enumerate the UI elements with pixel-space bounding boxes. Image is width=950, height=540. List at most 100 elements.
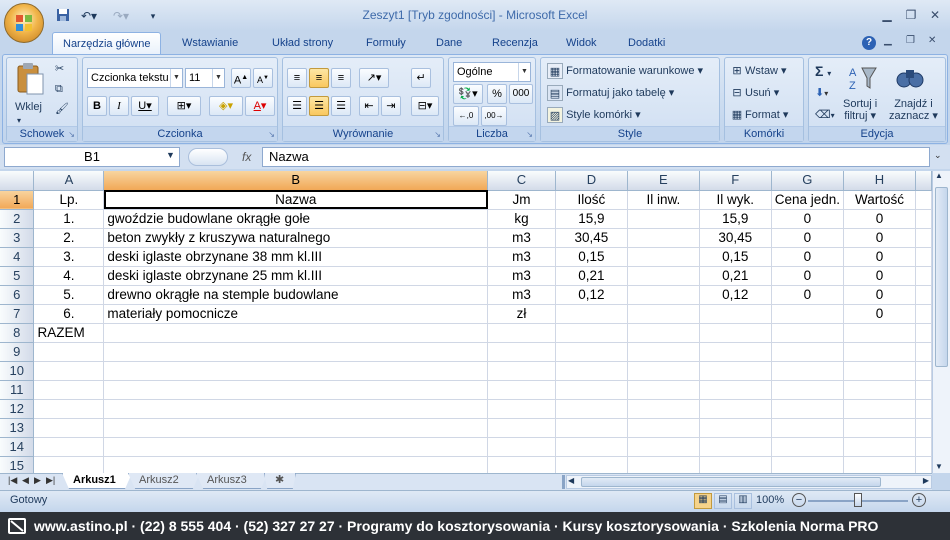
- thousands-button[interactable]: 000: [509, 84, 533, 104]
- autosum-button[interactable]: Σ ▾: [815, 62, 831, 83]
- cell-h12[interactable]: [843, 399, 916, 419]
- cell-e6[interactable]: [627, 285, 700, 305]
- cell-overflow[interactable]: [915, 399, 932, 419]
- cell-c3[interactable]: m3: [487, 228, 556, 248]
- align-middle-icon[interactable]: ≡: [309, 68, 329, 88]
- number-format-combo[interactable]: Ogólne ▼: [453, 62, 531, 82]
- cell-b11[interactable]: [103, 380, 489, 400]
- cell-h8[interactable]: [843, 323, 916, 343]
- cell-b15[interactable]: [103, 456, 489, 473]
- cell-g11[interactable]: [771, 380, 845, 400]
- paste-icon[interactable]: [15, 62, 45, 98]
- conditional-format-button[interactable]: ▦ Formatowanie warunkowe ▾: [547, 62, 703, 80]
- increase-decimal-icon[interactable]: ←,0: [453, 106, 479, 126]
- find-select-button[interactable]: Znajdź i zaznacz ▾: [889, 98, 938, 122]
- row-header[interactable]: 12: [0, 399, 35, 419]
- vertical-scrollbar[interactable]: ▲ ▼: [932, 171, 950, 473]
- column-header-b[interactable]: B: [103, 171, 489, 191]
- help-icon[interactable]: ?: [862, 36, 876, 50]
- first-sheet-icon[interactable]: |◀: [8, 475, 17, 486]
- zoom-slider-thumb[interactable]: [854, 493, 862, 507]
- cell-h10[interactable]: [843, 361, 916, 381]
- copy-icon[interactable]: ⧉: [55, 80, 63, 98]
- cell-c6[interactable]: m3: [487, 285, 556, 305]
- cell-e5[interactable]: [627, 266, 700, 286]
- next-sheet-icon[interactable]: ▶: [34, 475, 41, 486]
- zoom-in-icon[interactable]: +: [912, 493, 926, 507]
- cell-b6[interactable]: drewno okrągłe na stemple budowlane: [103, 285, 489, 305]
- ribbon-minimize-icon[interactable]: ▁: [884, 35, 892, 46]
- cut-icon[interactable]: ✂: [55, 60, 64, 78]
- tab-insert[interactable]: Wstawianie: [172, 32, 248, 55]
- cell-e1[interactable]: Il inw.: [627, 190, 700, 210]
- cell-f9[interactable]: [699, 342, 772, 362]
- cell-a1[interactable]: Lp.: [33, 190, 105, 210]
- cell-a15[interactable]: [33, 456, 105, 473]
- grow-font-icon[interactable]: A▲: [231, 68, 251, 88]
- cell-d9[interactable]: [555, 342, 628, 362]
- cell-overflow[interactable]: [915, 380, 932, 400]
- chevron-down-icon[interactable]: ▼: [212, 69, 224, 87]
- cell-d1[interactable]: Ilość: [555, 190, 628, 210]
- cell-d12[interactable]: [555, 399, 628, 419]
- cell-g4[interactable]: 0: [771, 247, 845, 267]
- column-header-next[interactable]: [915, 171, 932, 191]
- shrink-font-icon[interactable]: A▼: [253, 68, 273, 88]
- cell-e2[interactable]: [627, 209, 700, 229]
- restore-icon[interactable]: ❐: [900, 6, 922, 24]
- cell-styles-button[interactable]: ▨ Style komórki ▾: [547, 106, 641, 124]
- cell-f7[interactable]: [699, 304, 772, 324]
- cell-f10[interactable]: [699, 361, 772, 381]
- sheet-tab-arkusz1[interactable]: Arkusz1: [62, 473, 132, 489]
- office-button[interactable]: [4, 3, 44, 43]
- alignment-launcher-icon[interactable]: ↘: [434, 130, 441, 139]
- scroll-right-icon[interactable]: ▶: [923, 476, 929, 485]
- insert-cells-button[interactable]: ⊞ Wstaw ▾: [729, 62, 786, 80]
- cell-c8[interactable]: [487, 323, 556, 343]
- cell-overflow[interactable]: [915, 456, 932, 473]
- format-as-table-button[interactable]: ▤ Formatuj jako tabelę ▾: [547, 84, 674, 102]
- cell-g5[interactable]: 0: [771, 266, 845, 286]
- tab-formulas[interactable]: Formuły: [356, 32, 416, 55]
- cell-a2[interactable]: 1.: [33, 209, 105, 229]
- cell-a8[interactable]: RAZEM: [33, 323, 105, 343]
- cell-overflow[interactable]: [915, 190, 932, 210]
- cell-b9[interactable]: [103, 342, 489, 362]
- cell-g2[interactable]: 0: [771, 209, 845, 229]
- cell-overflow[interactable]: [915, 418, 932, 438]
- row-header[interactable]: 4: [0, 247, 35, 267]
- cell-c1[interactable]: Jm: [487, 190, 556, 210]
- normal-view-icon[interactable]: ▦: [694, 493, 712, 509]
- cell-g14[interactable]: [771, 437, 845, 457]
- cell-e8[interactable]: [627, 323, 700, 343]
- format-cells-button[interactable]: ▦ Format ▾: [729, 106, 789, 124]
- cell-a5[interactable]: 4.: [33, 266, 105, 286]
- align-right-icon[interactable]: ☰: [331, 96, 351, 116]
- cell-f4[interactable]: 0,15: [699, 247, 772, 267]
- cell-overflow[interactable]: [915, 209, 932, 229]
- cell-g10[interactable]: [771, 361, 845, 381]
- page-break-view-icon[interactable]: ▥: [734, 493, 752, 509]
- cell-c11[interactable]: [487, 380, 556, 400]
- chevron-down-icon[interactable]: ▼: [518, 63, 530, 81]
- zoom-level[interactable]: 100%: [756, 494, 784, 506]
- cell-overflow[interactable]: [915, 266, 932, 286]
- cell-h9[interactable]: [843, 342, 916, 362]
- format-painter-icon[interactable]: 🖌: [55, 100, 69, 118]
- cell-f2[interactable]: 15,9: [699, 209, 772, 229]
- cell-a10[interactable]: [33, 361, 105, 381]
- cell-overflow[interactable]: [915, 342, 932, 362]
- expand-formula-bar-icon[interactable]: ⌄: [934, 150, 942, 161]
- cell-overflow[interactable]: [915, 285, 932, 305]
- cell-e15[interactable]: [627, 456, 700, 473]
- cell-c12[interactable]: [487, 399, 556, 419]
- orientation-icon[interactable]: ↗▾: [359, 68, 389, 88]
- clear-icon[interactable]: ⌫▾: [815, 106, 835, 125]
- align-bottom-icon[interactable]: ≡: [331, 68, 351, 88]
- cell-table[interactable]: A B C D E F G H 1 Lp. Nazwa Jm Ilość Il inw. I…: [0, 171, 932, 473]
- cell-d15[interactable]: [555, 456, 628, 473]
- insert-sheet-icon[interactable]: ✱: [264, 473, 296, 489]
- sheet-tab-arkusz2[interactable]: Arkusz2: [128, 473, 200, 489]
- cell-h4[interactable]: 0: [843, 247, 916, 267]
- cell-b4[interactable]: deski iglaste obrzynane 38 mm kl.III: [103, 247, 489, 267]
